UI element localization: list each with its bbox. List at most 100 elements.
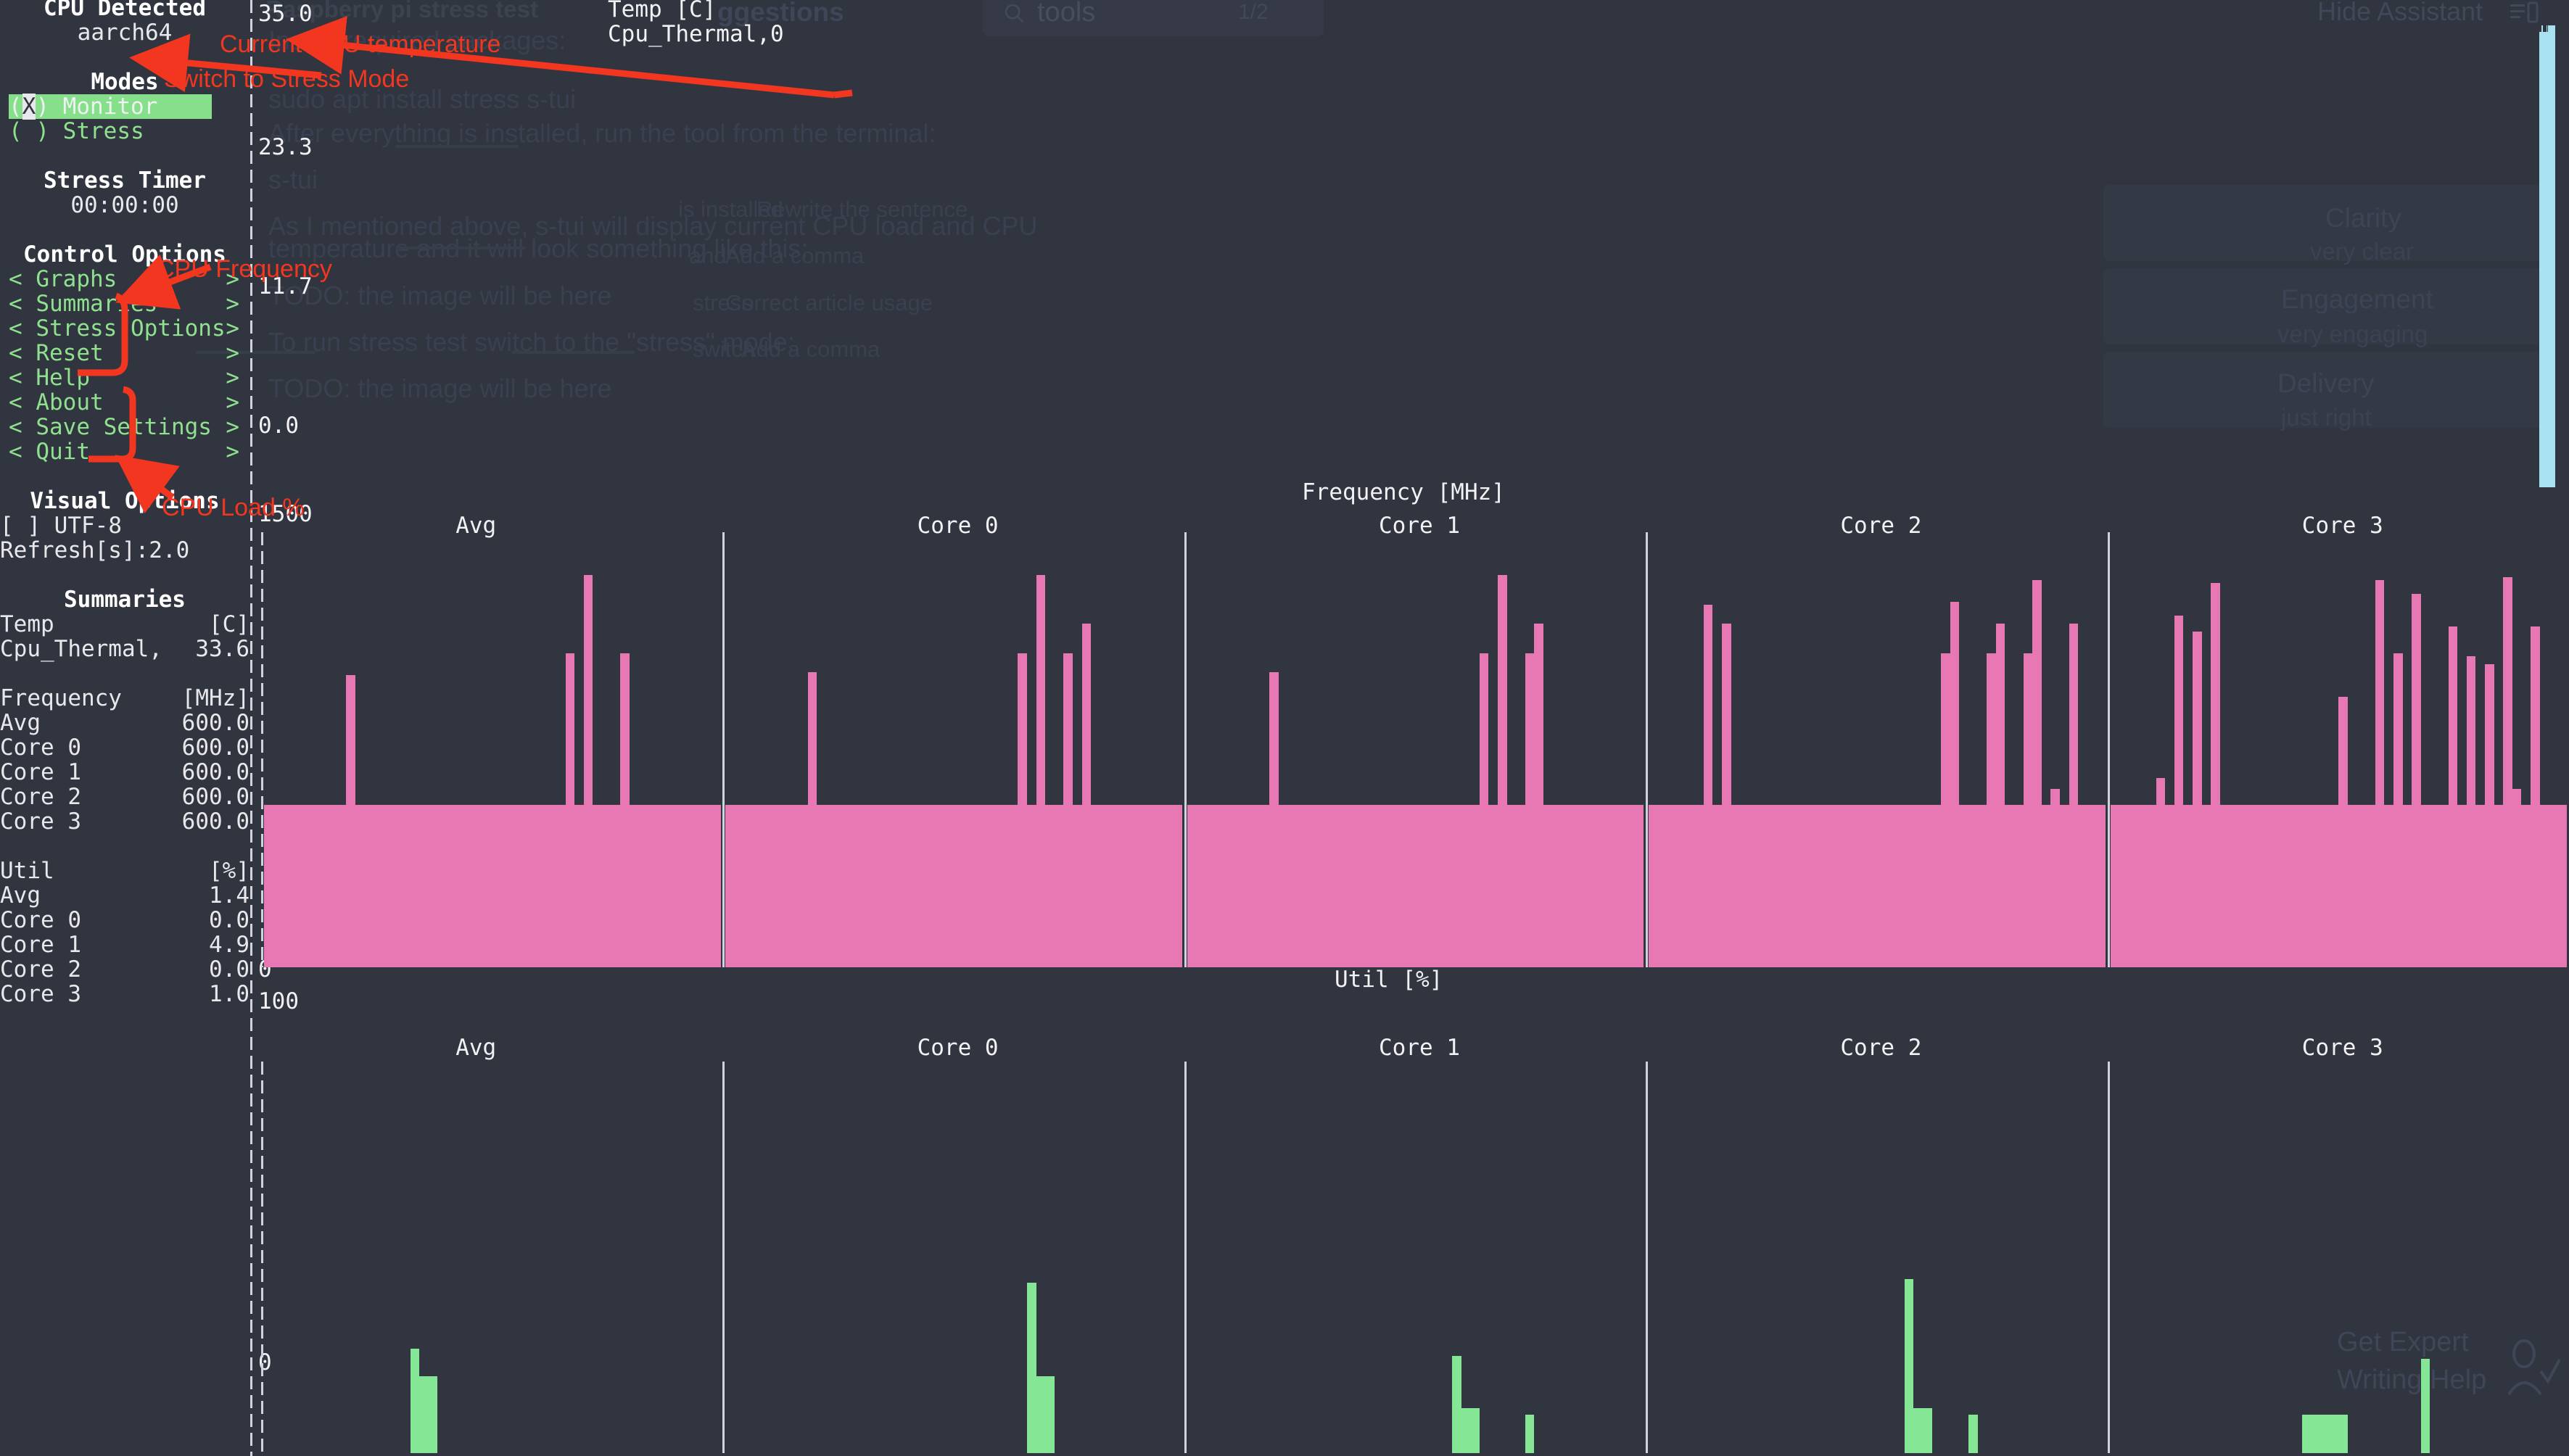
util-panel-axis [1184,1062,1187,1453]
summary-name: Core 1 [0,759,81,785]
summary-row: Core 2 600.0 [0,785,250,809]
summary-row: Core 3 600.0 [0,809,250,834]
summary-row: Core 1 4.9 [0,932,250,957]
summary-row: Avg 1.4 [0,883,250,908]
summary-value: 600.0 [181,710,250,736]
summary-value: 33.6 [195,636,250,662]
summary-value: [MHz] [181,685,250,711]
summary-row: Core 3 1.0 [0,982,250,1006]
mode-monitor-label: Monitor [62,94,158,120]
freq-panel-axis [2107,532,2110,967]
control-option-summaries[interactable]: < Summaries > [9,291,239,316]
control-option-stress-options[interactable]: < Stress Options > [9,316,239,341]
summary-value: [C] [209,611,250,637]
summary-row: Core 0 0.0 [0,908,250,932]
util-panel-label: Core 2 [1840,1035,1922,1061]
refresh-rate-field[interactable]: Refresh[s]:2.0 [0,538,250,563]
freq-panel-bars [1649,561,2106,967]
summary-name: Cpu_Thermal, [0,636,162,662]
util-panel-bars [1187,1105,1644,1453]
annotation-label-temp: Current CPU temperature [220,30,501,58]
freq-panel-label: Core 1 [1379,513,1460,539]
control-option-label: Save Settings [36,414,212,440]
summary-name: Avg [0,882,41,909]
freq-panel-bars [264,561,721,967]
summary-name: Core 1 [0,932,81,958]
mode-monitor-marker: X [22,94,36,120]
summary-value: 1.4 [209,882,250,909]
control-option-label: Summaries [36,291,158,317]
temp-graph-bars [255,13,2569,487]
summary-row: Core 2 0.0 [0,957,250,982]
s-tui-terminal: CPU Detected aarch64 Modes (X) Monitor (… [0,0,2569,1456]
mode-radio-stress[interactable]: ( ) Stress [9,119,212,144]
util-panel-label: Core 0 [917,1035,999,1061]
cpu-detected-value: aarch64 [77,20,173,46]
util-panel-bars [264,1105,721,1453]
control-option-save-settings[interactable]: < Save Settings > [9,415,239,439]
summary-row: Temp [C] [0,612,250,637]
annotation-label-mode: Switch to Stress Mode [164,65,410,93]
summary-name: Frequency [0,685,122,711]
summary-value: 1.0 [209,981,250,1007]
summary-value: 600.0 [181,784,250,810]
mode-stress-label: Stress [62,118,144,144]
util-panel-bars [1649,1105,2106,1453]
freq-panel-bars [725,561,1183,967]
util-panel-label: Avg [455,1035,497,1061]
util-panel-axis [1646,1062,1649,1453]
freq-panel-axis [1646,532,1649,967]
freq-panel-label: Core 3 [2301,513,2383,539]
summaries-header: Summaries [64,587,186,613]
control-option-about[interactable]: < About > [9,390,239,415]
freq-panel-axis [1184,532,1187,967]
summary-row: Avg 600.0 [0,711,250,735]
util-graph-title: Util [%] [1335,967,1443,993]
summary-value: 0.0 [209,956,250,983]
summary-name: Core 0 [0,735,81,761]
mode-stress-marker [22,118,36,144]
summary-row: Core 1 600.0 [0,760,250,785]
summary-value: 4.9 [209,932,250,958]
control-option-reset[interactable]: < Reset > [9,341,239,365]
mode-radio-monitor[interactable]: (X) Monitor [9,94,212,120]
summary-spacer [0,661,250,686]
freq-panel-label: Avg [455,513,497,539]
util-panel-bars [725,1105,1182,1453]
frequency-graph-title: Frequency [MHz] [1302,479,1505,505]
summary-name: Core 3 [0,808,81,835]
utf8-label: UTF-8 [54,513,122,539]
freq-panel-bars [2110,561,2568,967]
sidebar-divider [250,0,252,1456]
control-option-label: Graphs [36,266,117,292]
summary-row: Util [%] [0,859,250,883]
freq-panel-axis [722,532,725,967]
util-panel-label: Core 1 [1379,1035,1460,1061]
util-panel-label: Core 3 [2301,1035,2383,1061]
control-option-quit[interactable]: < Quit > [9,439,239,464]
stress-timer-header: Stress Timer [44,167,206,194]
control-option-label: Reset [36,340,104,366]
summary-row: Frequency [MHz] [0,686,250,711]
temp-graph: Temp [C] Cpu_Thermal,0 35.0 23.3 11.7 0.… [255,0,2569,487]
stress-timer-value: 00:00:00 [70,192,179,218]
summary-row: Core 0 600.0 [0,735,250,760]
summary-value: 600.0 [181,735,250,761]
sidebar: CPU Detected aarch64 Modes (X) Monitor (… [0,0,250,1456]
control-option-label: About [36,389,104,415]
summary-name: Core 0 [0,907,81,933]
control-option-label: Stress Options [36,315,226,342]
cpu-detected-header: CPU Detected [44,0,206,21]
util-panel-bars [2111,1105,2568,1453]
control-option-help[interactable]: < Help > [9,365,239,390]
summary-value: [%] [209,858,250,884]
summary-value: 600.0 [181,759,250,785]
freq-panel-label: Core 2 [1840,513,1922,539]
util-graph: Util [%] 100 0 Avg Core 0 Core 1 Core 2 Core… [255,967,2569,1456]
util-ytick-max: 100 [258,988,299,1014]
annotation-label-freq: CPU Frequency [157,255,332,283]
freq-panel-label: Core 0 [917,513,999,539]
annotation-label-load: CPU Load % [162,494,305,521]
summary-name: Util [0,858,54,884]
summary-name: Core 3 [0,981,81,1007]
